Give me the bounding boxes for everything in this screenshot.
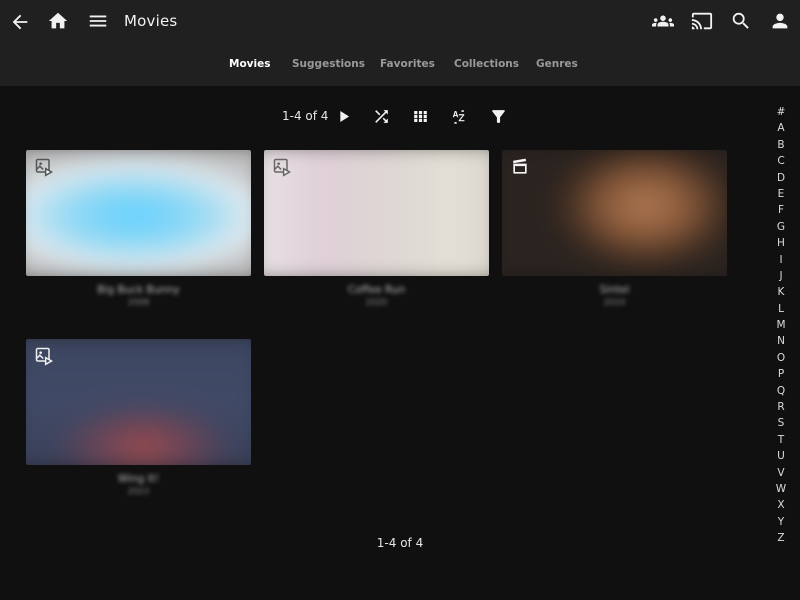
movie-card[interactable]: Big Buck Bunny 2008 <box>26 150 251 308</box>
alphabet-letter[interactable]: X <box>770 497 792 513</box>
tab-bar: Movies Suggestions Favorites Collections… <box>0 52 800 78</box>
movie-title[interactable]: Sintel <box>502 284 727 296</box>
alphabet-letter[interactable]: J <box>770 268 792 284</box>
alphabet-picker: # A B C D E F G H I J K L M N O P Q R S T U V W X Y Z <box>770 104 792 547</box>
movie-card[interactable]: Sintel 2010 <box>502 150 727 308</box>
alphabet-letter[interactable]: R <box>770 399 792 415</box>
alphabet-letter[interactable]: Z <box>770 530 792 546</box>
alphabet-letter[interactable]: Y <box>770 514 792 530</box>
list-toolbar: 1-4 of 4 <box>0 100 800 132</box>
movie-year: 2008 <box>127 298 150 308</box>
play-icon[interactable] <box>331 104 355 128</box>
alphabet-letter[interactable]: O <box>770 350 792 366</box>
clapperboard-icon <box>510 157 530 177</box>
image-video-icon <box>272 157 292 177</box>
alphabet-letter[interactable]: T <box>770 432 792 448</box>
search-icon[interactable] <box>725 5 757 37</box>
page-title: Movies <box>124 12 178 30</box>
alphabet-letter[interactable]: H <box>770 235 792 251</box>
tab-suggestions[interactable]: Suggestions <box>292 58 365 70</box>
alphabet-letter[interactable]: L <box>770 301 792 317</box>
footer-counter: 1-4 of 4 <box>376 536 424 550</box>
tab-favorites[interactable]: Favorites <box>380 58 435 70</box>
alphabet-letter[interactable]: # <box>770 104 792 120</box>
image-video-icon <box>34 157 54 177</box>
movie-thumbnail[interactable] <box>26 150 251 276</box>
alphabet-letter[interactable]: C <box>770 153 792 169</box>
movie-thumbnail[interactable] <box>502 150 727 276</box>
alphabet-letter[interactable]: A <box>770 120 792 136</box>
alphabet-letter[interactable]: I <box>770 252 792 268</box>
alphabet-letter[interactable]: B <box>770 137 792 153</box>
sort-az-icon[interactable] <box>447 104 471 128</box>
alphabet-letter[interactable]: M <box>770 317 792 333</box>
alphabet-letter[interactable]: S <box>770 415 792 431</box>
tab-movies[interactable]: Movies <box>229 58 270 70</box>
movie-card[interactable]: Wing It! 2023 <box>26 339 251 497</box>
movie-card[interactable]: Coffee Run 2020 <box>264 150 489 308</box>
grid-view-icon[interactable] <box>408 104 432 128</box>
cast-icon[interactable] <box>686 5 718 37</box>
movie-year: 2010 <box>603 298 626 308</box>
alphabet-letter[interactable]: P <box>770 366 792 382</box>
alphabet-letter[interactable]: V <box>770 465 792 481</box>
alphabet-letter[interactable]: Q <box>770 383 792 399</box>
top-bar: Movies <box>0 0 800 44</box>
movie-title[interactable]: Big Buck Bunny <box>26 284 251 296</box>
user-icon[interactable] <box>764 5 796 37</box>
app-header: Movies Movies Suggestions Favorites Coll… <box>0 0 800 86</box>
home-icon[interactable] <box>42 5 74 37</box>
people-icon[interactable] <box>647 5 679 37</box>
shuffle-icon[interactable] <box>369 104 393 128</box>
alphabet-letter[interactable]: D <box>770 170 792 186</box>
movie-year: 2023 <box>127 487 150 497</box>
movie-thumbnail[interactable] <box>264 150 489 276</box>
movie-title[interactable]: Wing It! <box>26 473 251 485</box>
movie-thumbnail[interactable] <box>26 339 251 465</box>
item-counter: 1-4 of 4 <box>282 109 329 123</box>
tab-genres[interactable]: Genres <box>536 58 578 70</box>
menu-icon[interactable] <box>82 5 114 37</box>
alphabet-letter[interactable]: W <box>770 481 792 497</box>
alphabet-letter[interactable]: G <box>770 219 792 235</box>
alphabet-letter[interactable]: F <box>770 202 792 218</box>
alphabet-letter[interactable]: E <box>770 186 792 202</box>
alphabet-letter[interactable]: K <box>770 284 792 300</box>
filter-icon[interactable] <box>486 104 510 128</box>
image-video-icon <box>34 346 54 366</box>
alphabet-letter[interactable]: U <box>770 448 792 464</box>
alphabet-letter[interactable]: N <box>770 333 792 349</box>
movie-year: 2020 <box>365 298 388 308</box>
movie-title[interactable]: Coffee Run <box>264 284 489 296</box>
tab-collections[interactable]: Collections <box>454 58 519 70</box>
back-arrow-icon[interactable] <box>4 6 36 38</box>
